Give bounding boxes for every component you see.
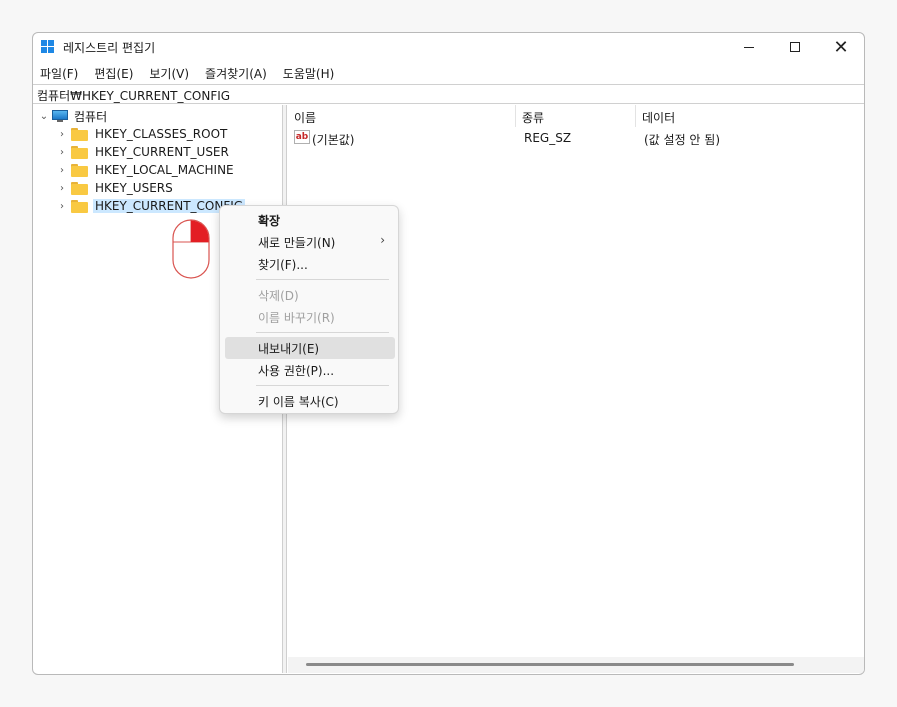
close-button[interactable]: ✕: [818, 33, 864, 61]
menu-item-export[interactable]: 내보내기(E): [225, 337, 395, 359]
value-data: (값 설정 안 됨): [644, 133, 721, 147]
registry-editor-window: 레지스트리 편집기 ✕ 파일(F) 편집(E) 보기(V) 즐겨찾기(A) 도움…: [32, 32, 865, 675]
regedit-app-icon: [41, 40, 55, 54]
chevron-right-icon[interactable]: ›: [56, 129, 68, 140]
chevron-right-icon[interactable]: ›: [56, 147, 68, 158]
menu-item-label: 새로 만들기(N): [258, 236, 336, 250]
maximize-button[interactable]: [772, 33, 818, 61]
minimize-button[interactable]: [726, 33, 772, 61]
list-header: 이름 종류 데이터: [288, 105, 864, 127]
column-header-type[interactable]: 종류: [516, 105, 636, 127]
tree-item-hkey-users[interactable]: › HKEY_USERS: [56, 179, 175, 197]
chevron-right-icon[interactable]: ›: [56, 165, 68, 176]
column-header-data[interactable]: 데이터: [636, 105, 864, 127]
tree-item-label: HKEY_CLASSES_ROOT: [95, 127, 228, 141]
menu-item-expand[interactable]: 확장: [225, 209, 395, 231]
folder-icon: [71, 163, 88, 177]
string-value-icon: ab: [294, 130, 310, 144]
scrollbar-thumb[interactable]: [306, 663, 794, 666]
tree-item-hkey-local-machine[interactable]: › HKEY_LOCAL_MACHINE: [56, 161, 236, 179]
maximize-icon: [790, 42, 800, 52]
menu-edit[interactable]: 편집(E): [86, 63, 141, 83]
tree-item-label: HKEY_CURRENT_USER: [95, 145, 229, 159]
menu-item-delete[interactable]: 삭제(D): [225, 284, 395, 306]
folder-icon: [71, 199, 88, 213]
chevron-right-icon[interactable]: ›: [56, 183, 68, 194]
menu-item-rename[interactable]: 이름 바꾸기(R): [225, 306, 395, 328]
computer-icon: [52, 110, 68, 122]
tree-item-computer[interactable]: ⌄ 컴퓨터: [38, 107, 109, 125]
mouse-right-click-icon: [172, 219, 210, 279]
menu-item-new[interactable]: 새로 만들기(N) ›: [225, 231, 395, 253]
column-header-name[interactable]: 이름: [288, 105, 516, 127]
list-item[interactable]: ab (기본값) REG_SZ (값 설정 안 됨): [288, 129, 864, 147]
context-menu: 확장 새로 만들기(N) › 찾기(F)... 삭제(D) 이름 바꾸기(R) …: [219, 205, 399, 414]
chevron-right-icon[interactable]: ›: [56, 201, 68, 212]
menu-file[interactable]: 파일(F): [33, 63, 86, 83]
menu-separator: [256, 332, 389, 333]
menu-separator: [256, 279, 389, 280]
folder-icon: [71, 127, 88, 141]
title-bar[interactable]: 레지스트리 편집기 ✕: [33, 33, 864, 61]
tree-item-hkey-current-user[interactable]: › HKEY_CURRENT_USER: [56, 143, 231, 161]
horizontal-scrollbar[interactable]: [288, 657, 864, 673]
menu-view[interactable]: 보기(V): [141, 63, 197, 83]
folder-icon: [71, 181, 88, 195]
close-icon: ✕: [833, 36, 849, 58]
tree-item-hkey-current-config[interactable]: › HKEY_CURRENT_CONFIG: [56, 197, 246, 215]
menu-bar: 파일(F) 편집(E) 보기(V) 즐겨찾기(A) 도움말(H): [33, 63, 864, 83]
menu-favorites[interactable]: 즐겨찾기(A): [197, 63, 275, 83]
address-bar[interactable]: 컴퓨터₩HKEY_CURRENT_CONFIG: [33, 84, 864, 104]
value-name: (기본값): [312, 133, 355, 147]
menu-help[interactable]: 도움말(H): [275, 63, 343, 83]
chevron-down-icon[interactable]: ⌄: [38, 111, 50, 122]
menu-item-copy-key-name[interactable]: 키 이름 복사(C): [225, 390, 395, 412]
folder-icon: [71, 145, 88, 159]
tree-item-label: 컴퓨터: [74, 109, 108, 124]
value-type: REG_SZ: [524, 131, 572, 145]
chevron-right-icon: ›: [380, 233, 385, 247]
tree-item-label: HKEY_USERS: [95, 181, 173, 195]
tree-item-hkey-classes-root[interactable]: › HKEY_CLASSES_ROOT: [56, 125, 229, 143]
menu-item-find[interactable]: 찾기(F)...: [225, 253, 395, 275]
tree-item-label: HKEY_LOCAL_MACHINE: [95, 163, 234, 177]
menu-item-permissions[interactable]: 사용 권한(P)...: [225, 359, 395, 381]
minimize-icon: [744, 46, 754, 48]
menu-separator: [256, 385, 389, 386]
window-title: 레지스트리 편집기: [63, 41, 156, 55]
